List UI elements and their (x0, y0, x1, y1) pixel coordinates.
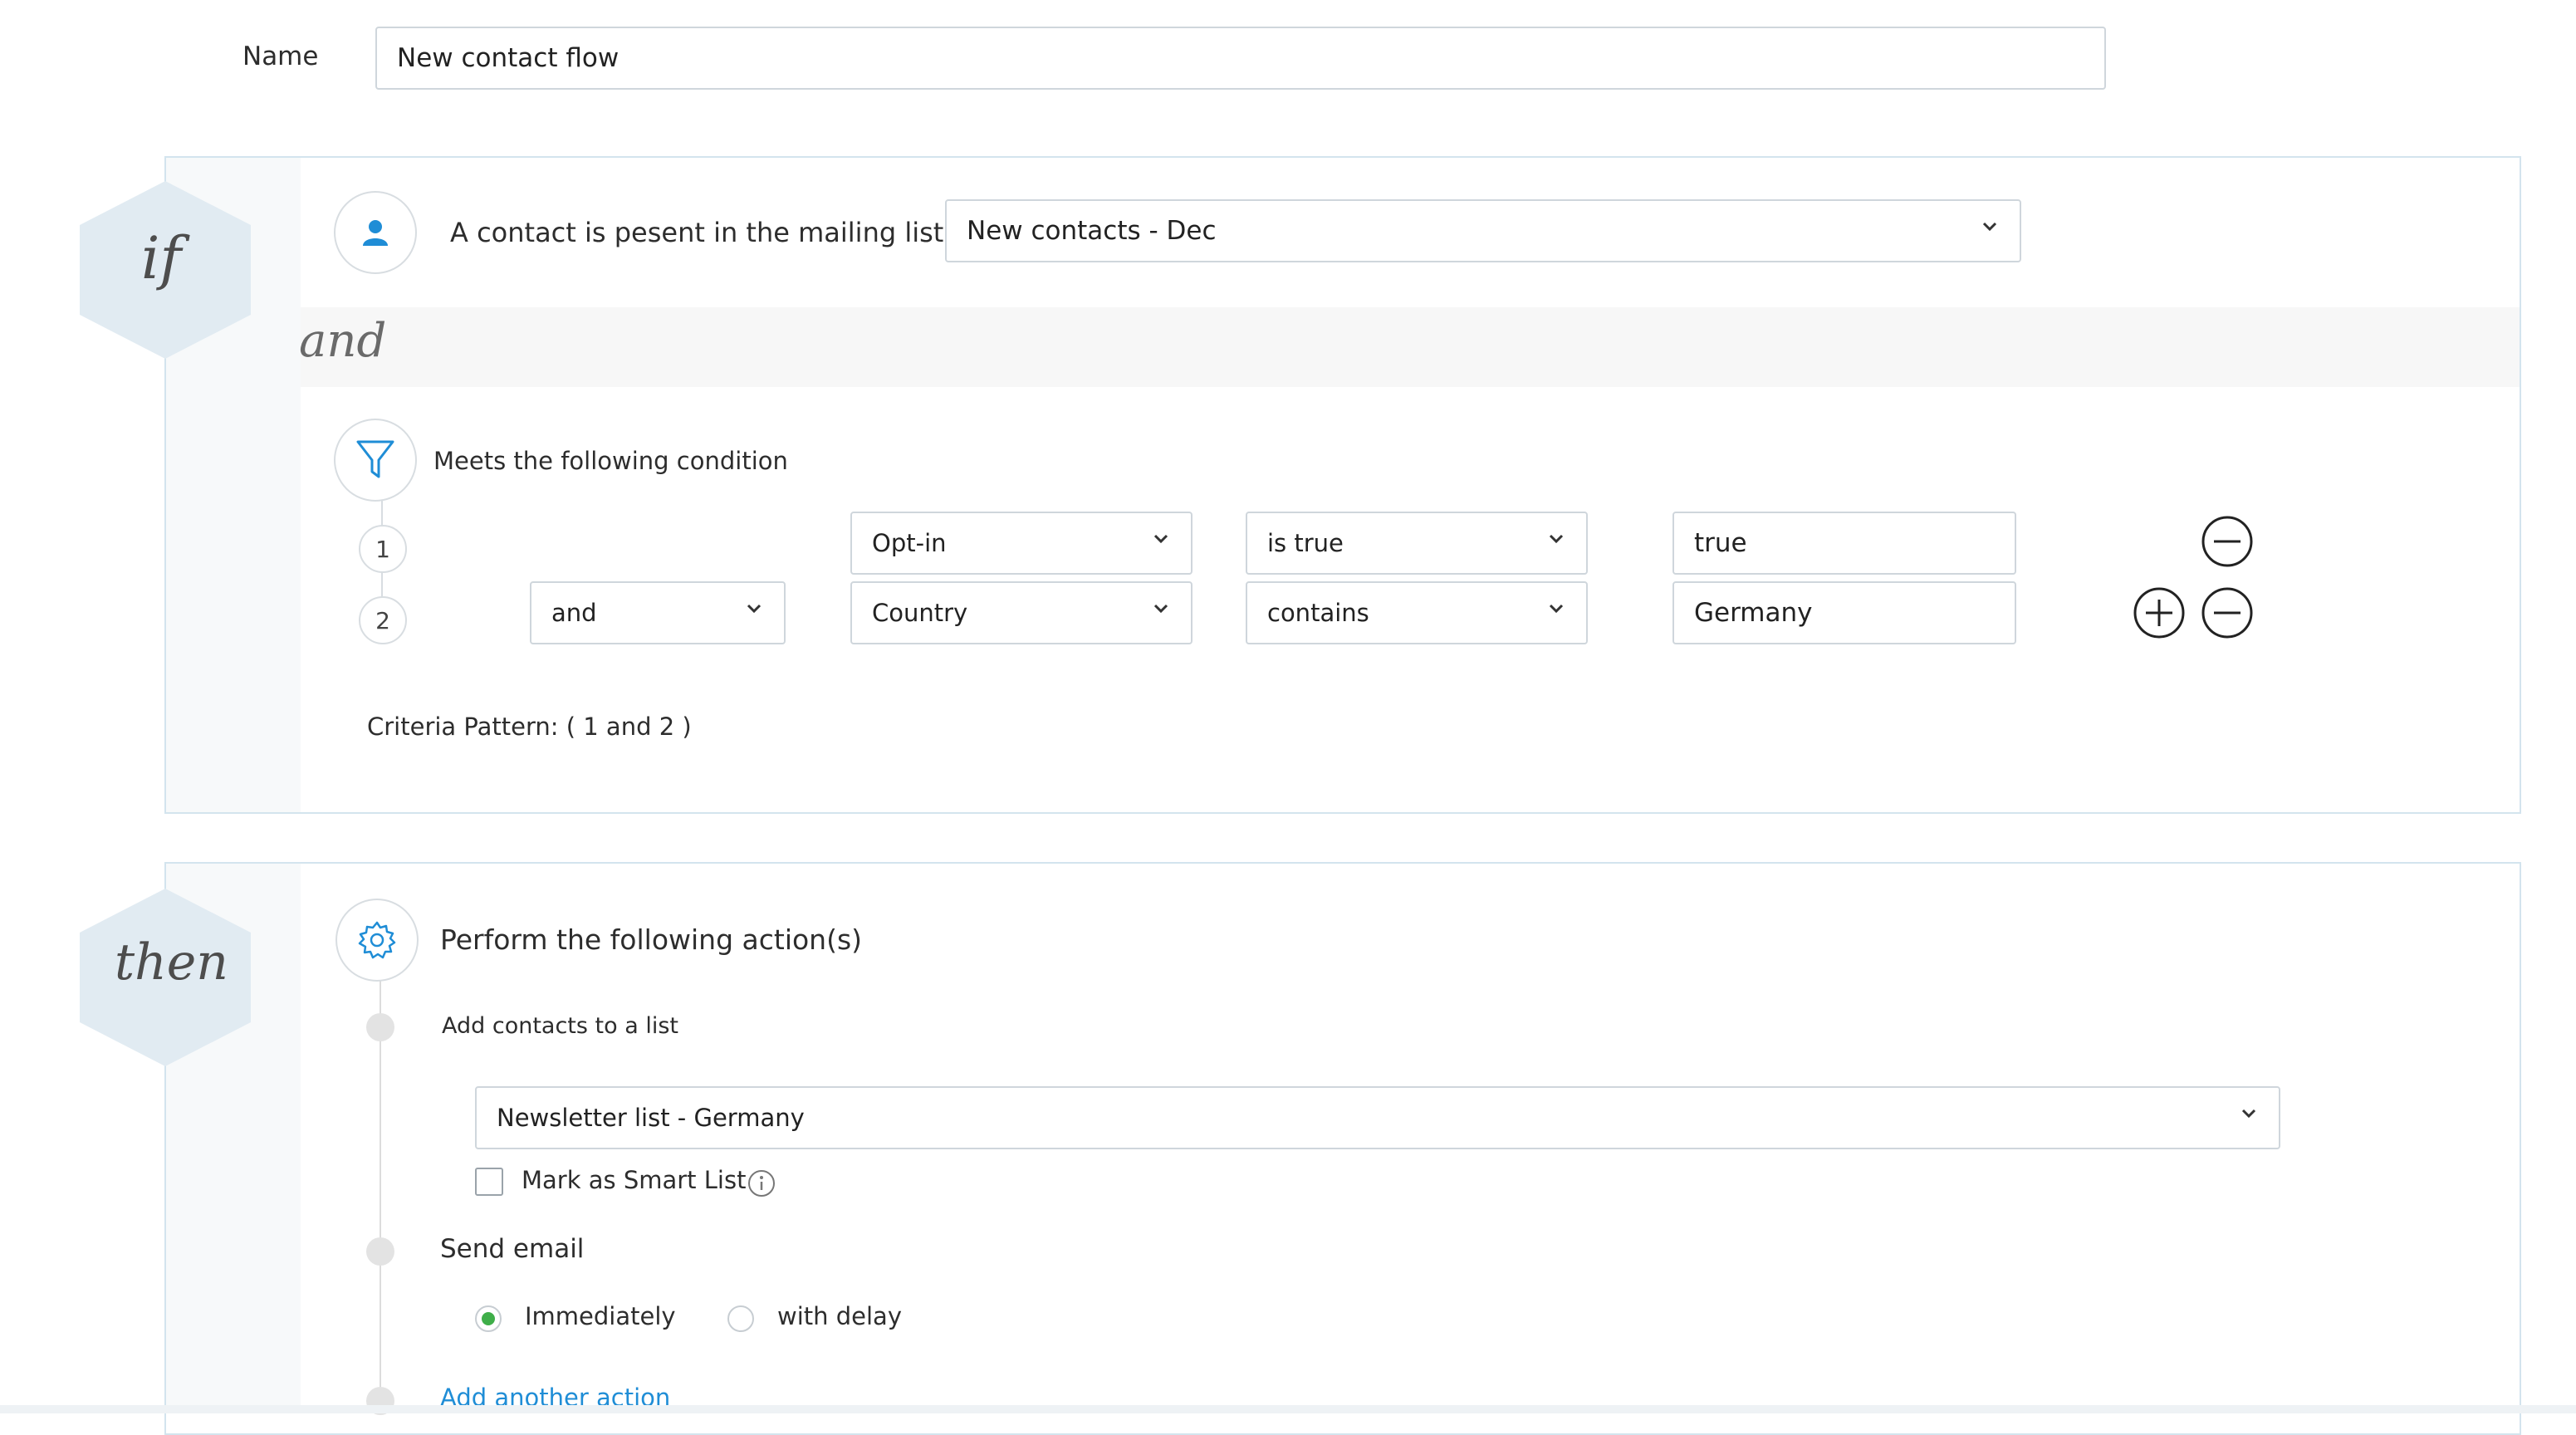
condition-2-field-value: Country (872, 599, 968, 627)
chevron-down-icon (1153, 534, 1168, 544)
condition-2-operator-select[interactable]: contains (1246, 581, 1588, 644)
condition-1-operator-value: is true (1267, 529, 1344, 557)
person-icon (334, 191, 417, 274)
action-2-label: Send email (440, 1234, 585, 1264)
action-1-marker (366, 1013, 394, 1041)
condition-2-operator-value: contains (1267, 599, 1369, 627)
condition-1-value-input[interactable]: true (1672, 512, 2016, 575)
action-1-label: Add contacts to a list (442, 1013, 679, 1039)
target-list-select-value: Newsletter list - Germany (497, 1104, 805, 1132)
radio-immediately-label: Immediately (525, 1302, 676, 1330)
radio-immediately-dot (482, 1312, 495, 1325)
name-input[interactable]: New contact flow (375, 27, 2106, 90)
action-timeline-line (380, 980, 381, 1403)
smart-list-checkbox[interactable] (475, 1168, 503, 1196)
bottom-bar (0, 1405, 2576, 1413)
chevron-down-icon (2241, 1109, 2256, 1119)
chevron-down-icon (1153, 604, 1168, 614)
and-divider-text: and (299, 314, 387, 368)
condition-title: Meets the following condition (433, 447, 788, 475)
mailing-list-select-value: New contacts - Dec (967, 216, 1217, 246)
condition-1-operator-select[interactable]: is true (1246, 512, 1588, 575)
action-2-marker (366, 1237, 394, 1266)
condition-1-field-value: Opt-in (872, 529, 947, 557)
then-title: Perform the following action(s) (440, 923, 863, 956)
chevron-down-icon (1549, 604, 1564, 614)
condition-number-2: 2 (359, 596, 407, 644)
radio-with-delay-label: with delay (777, 1302, 902, 1330)
radio-with-delay[interactable] (727, 1305, 754, 1332)
then-badge-text: then (115, 933, 228, 992)
chevron-down-icon (747, 604, 762, 614)
condition-2-connector-select[interactable]: and (530, 581, 786, 644)
then-timeline-line (164, 1055, 166, 1413)
radio-immediately[interactable] (475, 1305, 502, 1332)
condition-2-connector-value: and (551, 599, 597, 627)
condition-1-field-select[interactable]: Opt-in (850, 512, 1193, 575)
and-divider-band (301, 307, 2520, 387)
target-list-select[interactable]: Newsletter list - Germany (475, 1086, 2280, 1149)
smart-list-label: Mark as Smart List (522, 1166, 747, 1194)
if-timeline-line (164, 349, 166, 814)
criteria-pattern: Criteria Pattern: ( 1 and 2 ) (367, 713, 692, 741)
minus-circle-icon[interactable] (2201, 586, 2254, 639)
if-badge-text: if (141, 224, 182, 292)
mailing-list-select[interactable]: New contacts - Dec (945, 199, 2021, 262)
gear-icon (335, 899, 419, 982)
info-icon[interactable] (747, 1169, 776, 1197)
name-label: Name (242, 42, 319, 71)
plus-circle-icon[interactable] (2133, 586, 2186, 639)
chevron-down-icon (1549, 534, 1564, 544)
condition-number-1: 1 (359, 525, 407, 573)
condition-2-value-input[interactable]: Germany (1672, 581, 2016, 644)
condition-2-field-select[interactable]: Country (850, 581, 1193, 644)
trigger-text: A contact is pesent in the mailing list (450, 217, 944, 248)
funnel-icon (334, 419, 417, 502)
chevron-down-icon (1982, 222, 1997, 232)
minus-circle-icon[interactable] (2201, 515, 2254, 568)
